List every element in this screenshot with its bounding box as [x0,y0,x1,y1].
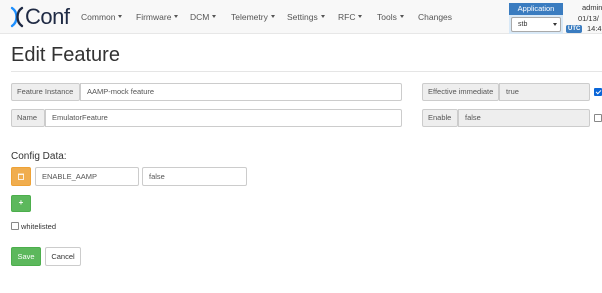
page-title: Edit Feature [11,44,120,66]
chevron-down-icon [212,15,217,19]
config-value-input[interactable]: false [142,167,247,186]
whitelisted-checkbox[interactable] [11,222,19,230]
xconf-logo-icon [10,6,24,28]
name-input[interactable]: EmulatorFeature [45,109,402,127]
nav-item-label: Tools [377,12,397,22]
nav-item-label: Settings [287,12,318,22]
application-label: Application [509,3,563,15]
nav-item-dcm[interactable]: DCM [190,12,217,22]
app-logo[interactable]: Conf [10,4,70,29]
current-time: 14:4 [587,24,602,33]
chevron-down-icon [553,23,557,26]
nav-item-label: DCM [190,12,210,22]
nav-item-label: Telemetry [231,12,268,22]
chevron-down-icon [320,15,325,19]
delete-config-row-button[interactable] [11,167,31,186]
nav-item-rfc[interactable]: RFC [338,12,363,22]
title-divider [11,71,602,72]
feature-instance-input[interactable]: AAMP-mock feature [80,83,402,101]
chevron-down-icon [270,15,275,19]
logo-text: Conf [25,4,70,29]
trash-icon [18,173,24,181]
nav-item-label: Firmware [136,12,172,22]
name-label: Name [11,109,45,127]
nav-item-label: RFC [338,12,356,22]
application-select[interactable]: stb [511,17,561,32]
add-config-row-button[interactable]: + [11,195,31,212]
top-navbar: Conf Common Firmware DCM Telemetry Setti… [0,0,602,34]
whitelisted-label: whitelisted [21,222,57,231]
nav-item-telemetry[interactable]: Telemetry [231,12,275,22]
current-date: 01/13/ [578,14,599,23]
cancel-button[interactable]: Cancel [45,247,81,266]
feature-instance-label: Feature Instance [11,83,80,101]
nav-item-firmware[interactable]: Firmware [136,12,179,22]
application-selector-box: Application stb [509,3,563,34]
effective-immediate-label: Effective immediate [422,83,499,101]
nav-item-settings[interactable]: Settings [287,12,325,22]
chevron-down-icon [174,15,179,19]
application-select-value: stb [518,21,528,28]
config-key-input[interactable]: ENABLE_AAMP [35,167,139,186]
chevron-down-icon [118,15,123,19]
nav-item-changes[interactable]: Changes [418,12,452,22]
enable-label: Enable [422,109,458,127]
effective-immediate-value: true [499,83,590,101]
enable-checkbox[interactable] [594,114,602,122]
config-data-heading: Config Data: [11,151,67,162]
chevron-down-icon [358,15,363,19]
nav-item-common[interactable]: Common [81,12,123,22]
utc-badge: UTC [566,25,583,33]
nav-item-tools[interactable]: Tools [377,12,404,22]
enable-value: false [458,109,590,127]
user-name[interactable]: admin [582,3,602,12]
effective-immediate-checkbox[interactable] [594,88,602,96]
nav-item-label: Changes [418,12,453,22]
save-button[interactable]: Save [11,247,41,266]
nav-item-label: Common [81,12,116,22]
chevron-down-icon [399,15,404,19]
